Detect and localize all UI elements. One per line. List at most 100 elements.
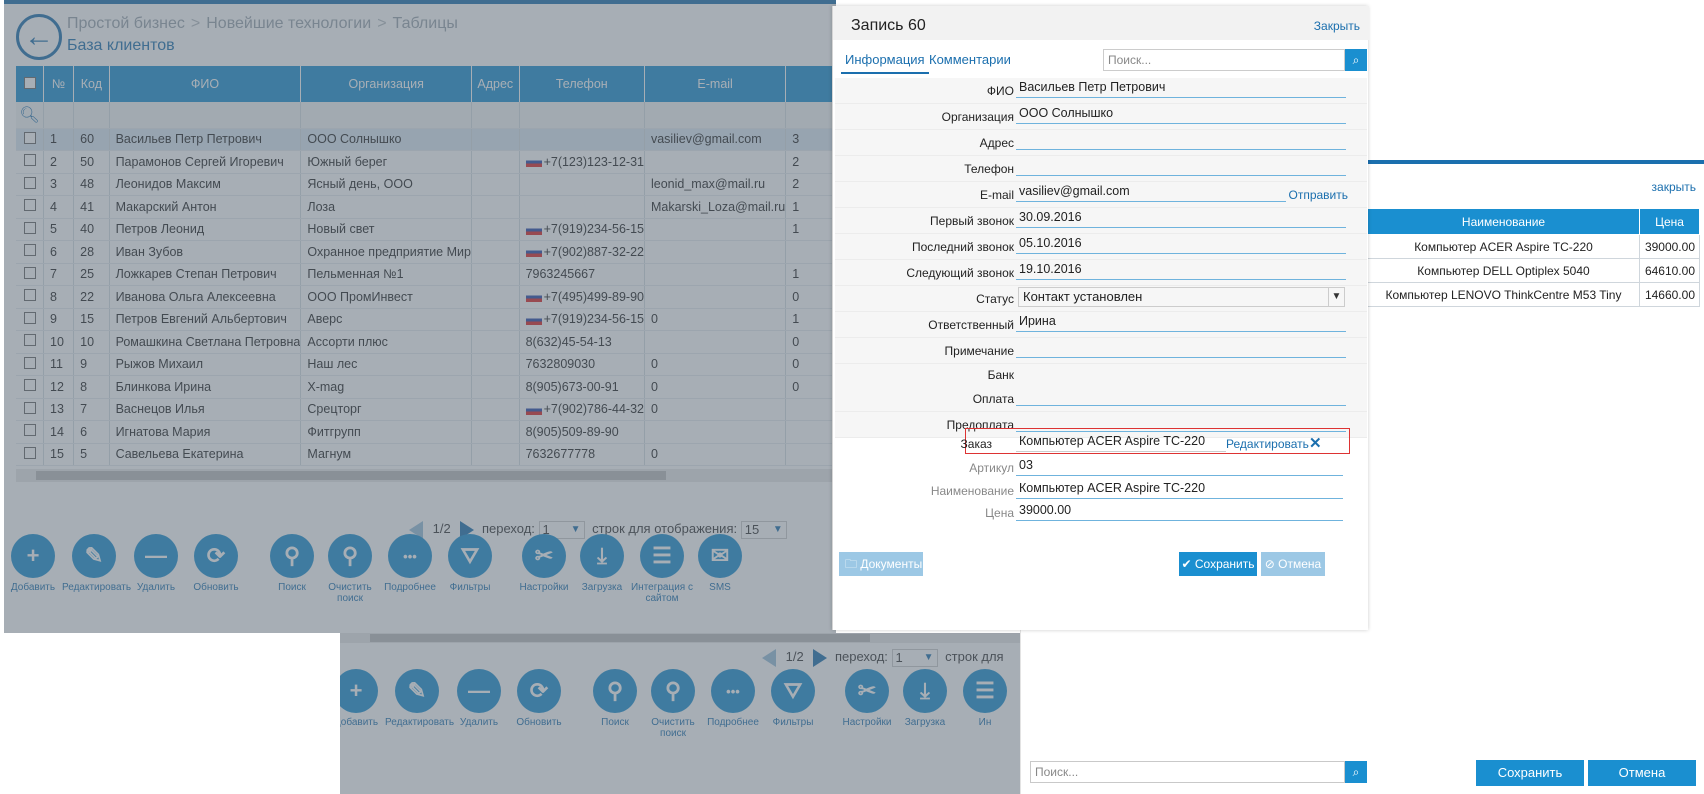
row-checkbox[interactable] [16,150,45,174]
checkbox[interactable] [23,424,36,437]
pencil-icon[interactable]: ✎ [72,534,116,578]
toolbar-button[interactable]: ⚲ Очистить поиск [318,534,382,604]
checkbox[interactable] [23,289,36,302]
toolbar-button[interactable]: ⛛ Фильтры [438,534,502,593]
checkbox[interactable] [23,154,36,167]
minus-icon[interactable]: — [134,534,178,578]
order-field[interactable]: Компьютер ACER Aspire TC-220 [1016,432,1226,452]
row-checkbox[interactable] [16,173,45,196]
col-header-extra[interactable] [785,66,836,102]
toolbar-button[interactable]: ⟳ Обновить [184,534,248,593]
tab-comments[interactable]: Комментарии [925,52,1015,72]
filter-input[interactable] [471,102,520,129]
table-row[interactable]: 3 48 Леонидов Максим Ясный день, ООО leonid_… [16,173,836,196]
product-row[interactable]: Компьютер DELL Optiplex 5040 64610.00 [1367,258,1700,283]
breadcrumb-item[interactable]: Новейшие технологии [206,15,371,32]
filter-input[interactable] [644,102,787,129]
col-header-org[interactable]: Организация [300,66,472,102]
search-icon[interactable]: 🔍︎ [16,102,45,129]
dialog-search-input[interactable]: Поиск... [1103,49,1345,71]
checkbox[interactable] [23,379,36,392]
filter-input[interactable] [519,102,645,129]
product-row[interactable]: Компьютер LENOVO ThinkCentre M53 Tiny 146… [1367,282,1700,307]
checkbox[interactable] [23,356,36,369]
toolbar-button[interactable]: — Удалить [124,534,188,593]
org-field[interactable]: ООО Солнышко [1016,104,1346,124]
table-row[interactable]: 7 25 Ложкарев Степан Петрович Пельменная №1… [16,263,836,286]
table-row[interactable]: 14 6 Игнатова Мария Фитгрупп 8(905)509-89-90 [16,420,836,444]
col-header-addr[interactable]: Адрес [471,66,520,102]
toolbar-button[interactable]: ✉ SMS [688,534,752,593]
col-header-num[interactable]: № [43,66,75,102]
more-icon[interactable]: ••• [388,534,432,578]
price-field[interactable]: 39000.00 [1016,501,1343,521]
filter-input[interactable] [300,102,472,129]
col-header-phone[interactable]: Телефон [519,66,645,102]
table-row[interactable]: 12 8 Блинкова Ирина X-mag 8(905)673-00-91 0 0 [16,375,836,399]
row-checkbox[interactable] [16,353,45,376]
panel-cancel-button[interactable]: Отмена [1588,760,1696,786]
filter-input[interactable] [785,102,836,129]
row-checkbox[interactable] [16,285,45,309]
search-icon[interactable]: ⚲ [270,534,314,578]
checkbox[interactable] [23,244,36,257]
dialog-close-link[interactable]: Закрыть [1314,19,1360,33]
table-row[interactable]: 10 10 Ромашкина Светлана Петровна Ассорти п… [16,330,836,354]
settings-icon[interactable]: ✂ [522,534,566,578]
save-button[interactable]: ✔ Сохранить [1179,552,1257,576]
responsible-field[interactable]: Ирина [1016,312,1346,332]
documents-button[interactable]: 🗀︎ Документы [839,552,923,576]
toolbar-button[interactable]: ✂ Настройки [512,534,576,593]
col-header-fio[interactable]: ФИО [109,66,302,102]
row-checkbox[interactable] [16,263,45,286]
row-checkbox[interactable] [16,240,45,264]
col-header-name[interactable]: Наименование [1367,208,1640,235]
scrollbar-thumb[interactable] [36,471,666,480]
filter-input[interactable] [43,102,75,129]
article-field[interactable]: 03 [1016,456,1343,476]
table-row[interactable]: 5 40 Петров Леонид Новый свет +7(919)234-56-… [16,218,836,241]
table-row[interactable]: 11 9 Рыжов Михаил Наш лес 7632809030 0 0 [16,353,836,376]
plus-icon[interactable]: + [11,534,55,578]
row-checkbox[interactable] [16,128,45,151]
col-header-email[interactable]: E-mail [644,66,787,102]
table-row[interactable]: 15 5 Савельева Екатерина Магнум 7632677778 0 [16,443,836,466]
email-field[interactable]: vasiliev@gmail.com [1016,182,1286,202]
cancel-button[interactable]: ⊘ Отмена [1261,552,1325,576]
toolbar-button[interactable]: ⤓ Загрузка [570,534,634,593]
checkbox[interactable] [23,446,36,459]
panel-search-input[interactable]: Поиск... [1030,761,1345,783]
search-icon[interactable]: ⌕ [1345,49,1367,71]
panel-save-button[interactable]: Сохранить [1476,760,1584,786]
checkbox[interactable] [23,199,36,212]
checkbox[interactable] [23,131,36,144]
row-checkbox[interactable] [16,420,45,444]
product-row[interactable]: Компьютер ACER Aspire TC-220 39000.00 [1367,234,1700,259]
last-call-field[interactable]: 05.10.2016 [1016,234,1346,254]
row-checkbox[interactable] [16,330,45,354]
checkbox[interactable] [23,334,36,347]
table-row[interactable]: 4 41 Макарский Антон Лоза Makarski_Loza@mail… [16,195,836,219]
row-checkbox[interactable] [16,308,45,331]
fio-field[interactable]: Васильев Петр Петрович [1016,78,1346,98]
row-checkbox[interactable] [16,375,45,399]
toolbar-button[interactable]: ☰ Интеграция с сайтом [630,534,694,604]
checkbox[interactable] [23,176,36,189]
panel-close-link[interactable]: закрыть [1652,180,1696,194]
download-icon[interactable]: ⤓ [580,534,624,578]
col-header-price[interactable]: Цена [1639,208,1700,235]
horizontal-scrollbar[interactable] [16,469,836,482]
order-edit-link[interactable]: Редактировать [1226,437,1309,451]
filter-input[interactable] [73,102,110,129]
row-checkbox[interactable] [16,195,45,219]
back-arrow-icon[interactable]: ← [16,14,62,60]
note-field[interactable] [1016,338,1346,358]
search-icon[interactable]: ⌕ [1345,761,1367,783]
checkbox[interactable] [23,401,36,414]
filter-input[interactable] [109,102,302,129]
checkbox[interactable] [23,266,36,279]
table-row[interactable]: 8 22 Иванова Ольга Алексеевна ООО ПромИнвес… [16,285,836,309]
select-all-checkbox[interactable] [16,66,45,102]
send-email-link[interactable]: Отправить [1288,188,1348,202]
refresh-icon[interactable]: ⟳ [194,534,238,578]
